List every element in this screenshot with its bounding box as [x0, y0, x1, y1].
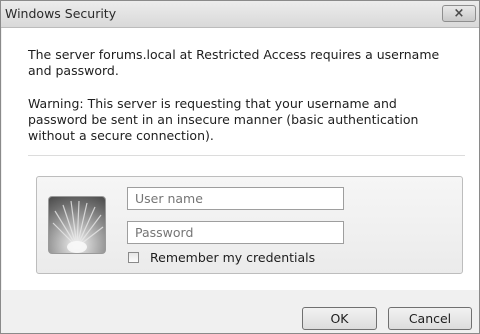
security-dialog: Windows Security × The server forums.loc… [0, 0, 480, 334]
server-message: The server forums.local at Restricted Ac… [28, 47, 440, 78]
warning-message: Warning: This server is requesting that … [28, 96, 419, 143]
ok-button[interactable]: OK [302, 307, 377, 330]
cancel-button[interactable]: Cancel [388, 307, 472, 330]
close-icon: × [453, 6, 465, 21]
password-input[interactable] [127, 221, 344, 244]
window-title: Windows Security [5, 6, 117, 21]
title-bar: Windows Security × [1, 1, 479, 28]
credential-tile: Remember my credentials [36, 176, 463, 274]
divider [28, 155, 465, 156]
user-avatar-icon [48, 196, 106, 254]
dialog-body: The server forums.local at Restricted Ac… [2, 28, 479, 290]
close-button[interactable]: × [442, 5, 476, 22]
remember-label: Remember my credentials [150, 250, 316, 265]
username-input[interactable] [127, 187, 344, 210]
remember-checkbox[interactable] [128, 252, 139, 263]
